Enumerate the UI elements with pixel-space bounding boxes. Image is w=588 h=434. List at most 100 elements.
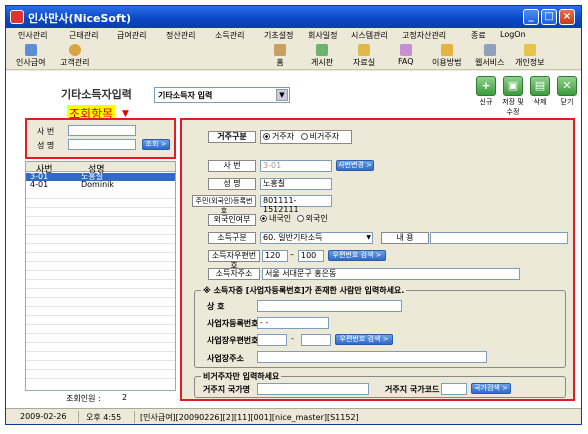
country-search-button[interactable]: 국가검색 >: [471, 383, 511, 394]
grid-line: [26, 279, 175, 280]
radio-foreign[interactable]: [296, 215, 304, 222]
profile-icon: [523, 44, 536, 56]
type-select[interactable]: 기타소득자 입력 ▼: [154, 87, 290, 103]
status-info: [인사급여][20090226][2][11][001][nice_master…: [140, 413, 359, 422]
list-item[interactable]: 4-01 Dominik: [26, 181, 175, 189]
chevron-down-icon[interactable]: ▼: [276, 89, 288, 101]
toolbar: 인사급여 고객관리 홈 게시판 자료실 FAQ 이용방법 웹서비스 개인정보: [6, 42, 581, 70]
tool-home[interactable]: 홈: [274, 44, 286, 68]
menu-income[interactable]: 소득관리: [215, 30, 244, 41]
grid-line: [26, 324, 175, 325]
radio-resident[interactable]: [263, 133, 270, 140]
grid-line: [26, 378, 175, 379]
menu-schedule[interactable]: 회사일정: [308, 30, 337, 41]
save-button[interactable]: ▣ 저장 및 수정: [502, 76, 524, 117]
new-button[interactable]: + 신규: [475, 76, 497, 107]
menu-payroll[interactable]: 급여관리: [117, 30, 146, 41]
tool-payroll[interactable]: 인사급여: [16, 44, 45, 68]
rrn-label: 주민(외국인)등록번호: [192, 195, 256, 215]
menu-logon[interactable]: LogOn: [500, 30, 526, 39]
grid-line: [26, 342, 175, 343]
tool-faq[interactable]: FAQ: [398, 44, 414, 66]
content-area: 기타소득자입력 기타소득자 입력 ▼ 조회항목 ▼ + 신규 ▣ 저장 및 수정 ▤ 삭…: [6, 71, 581, 408]
biz-zip-search-button[interactable]: 우편번호 검색 >: [335, 334, 393, 345]
maximize-button[interactable]: □: [541, 9, 557, 25]
zip-search-button[interactable]: 우편번호 검색 >: [328, 250, 386, 261]
search-panel: 사 번 성 명 조회 >: [25, 118, 176, 159]
status-divider: [134, 411, 135, 423]
save-icon: ▣: [503, 76, 523, 96]
biz-zip-dash: -: [291, 334, 294, 343]
grid-line: [26, 333, 175, 334]
biz-no-label: 사업자등록번호: [207, 319, 259, 328]
menu-exit[interactable]: 종료: [471, 30, 486, 41]
list-header: 사번 성명: [26, 162, 175, 175]
grid-line: [26, 207, 175, 208]
name-field[interactable]: 노홍칠: [260, 178, 332, 190]
main-window: 인사만사(NiceSoft) _ □ × 인사관리 근태관리 급여관리 정산관리…: [5, 5, 582, 425]
delete-button[interactable]: ▤ 삭제: [529, 76, 551, 107]
zip-label: 소득자우편번호: [208, 250, 260, 270]
business-fieldset: ※ 소득자중 [사업자등록번호]가 존재한 사람만 입력하세요. 상 호 사업자…: [194, 285, 566, 368]
search-button[interactable]: 조회 >: [142, 139, 170, 150]
biz-addr-label: 사업장주소: [207, 354, 244, 363]
menu-settlement[interactable]: 정산관리: [166, 30, 195, 41]
address-label: 소득자주소: [208, 268, 260, 280]
tool-guide[interactable]: 이용방법: [432, 44, 461, 68]
name-label: 성 명: [37, 141, 55, 150]
residency-label: 거주구분: [208, 131, 256, 143]
status-date: 2009-02-26: [20, 412, 67, 421]
foreigner-label: 외국인여부: [208, 214, 256, 226]
biz-no-field[interactable]: - -: [257, 317, 329, 329]
close-page-button[interactable]: ✕ 닫기: [556, 76, 578, 107]
menu-system[interactable]: 시스템관리: [351, 30, 388, 41]
grid-line: [26, 225, 175, 226]
sabun-search-input[interactable]: [68, 125, 136, 136]
grid-line: [26, 243, 175, 244]
biz-zip-field-1[interactable]: [257, 334, 287, 346]
grid-line: [26, 216, 175, 217]
zip-field-1[interactable]: 120: [262, 250, 288, 262]
biz-name-field[interactable]: [257, 300, 402, 312]
name-search-input[interactable]: [68, 139, 136, 150]
close-button[interactable]: ×: [559, 9, 575, 25]
status-divider: [78, 411, 79, 423]
sabun-label: 사 번: [37, 127, 55, 136]
income-type-select[interactable]: 60. 일반기타소득 ▼: [260, 232, 373, 244]
grid-line: [26, 270, 175, 271]
sabun-field[interactable]: 3-01: [260, 160, 332, 172]
rrn-field[interactable]: 801111-1512111: [260, 195, 332, 214]
title-bar[interactable]: 인사만사(NiceSoft) _ □ ×: [6, 6, 581, 28]
tool-archive[interactable]: 자료실: [353, 44, 375, 68]
guide-icon: [440, 44, 453, 56]
nonresident-legend: 비거주자만 입력하세요: [201, 371, 282, 382]
menu-fixed-assets[interactable]: 고정자산관리: [402, 30, 446, 41]
tool-board[interactable]: 게시판: [311, 44, 333, 68]
menu-attendance[interactable]: 근태관리: [69, 30, 98, 41]
name-field-label: 성 명: [208, 178, 256, 190]
status-time: 오후 4:55: [86, 413, 122, 422]
biz-zip-field-2[interactable]: [301, 334, 331, 346]
count-value: 2: [122, 393, 128, 402]
grid-line: [26, 315, 175, 316]
content-field[interactable]: [430, 232, 568, 244]
tool-profile[interactable]: 개인정보: [515, 44, 544, 68]
country-code-field[interactable]: [441, 383, 467, 395]
address-field[interactable]: 서울 서대문구 홍은동: [262, 268, 520, 280]
grid-line: [26, 288, 175, 289]
change-sabun-button[interactable]: 사번변경 >: [336, 160, 374, 171]
radio-nonresident[interactable]: [300, 133, 308, 140]
menu-basic-settings[interactable]: 기초설정: [264, 30, 293, 41]
web-service-icon: [483, 44, 496, 56]
radio-domestic[interactable]: [260, 215, 267, 222]
chevron-down-icon: ▼: [366, 234, 371, 241]
tool-customers[interactable]: 고객관리: [60, 44, 89, 68]
new-icon: +: [476, 76, 496, 96]
biz-addr-field[interactable]: [257, 351, 487, 363]
country-name-field[interactable]: [257, 383, 369, 395]
grid-line: [26, 234, 175, 235]
tool-web-service[interactable]: 웹서비스: [475, 44, 504, 68]
menu-hr[interactable]: 인사관리: [18, 30, 47, 41]
minimize-button[interactable]: _: [523, 9, 539, 25]
zip-field-2[interactable]: 100: [298, 250, 324, 262]
